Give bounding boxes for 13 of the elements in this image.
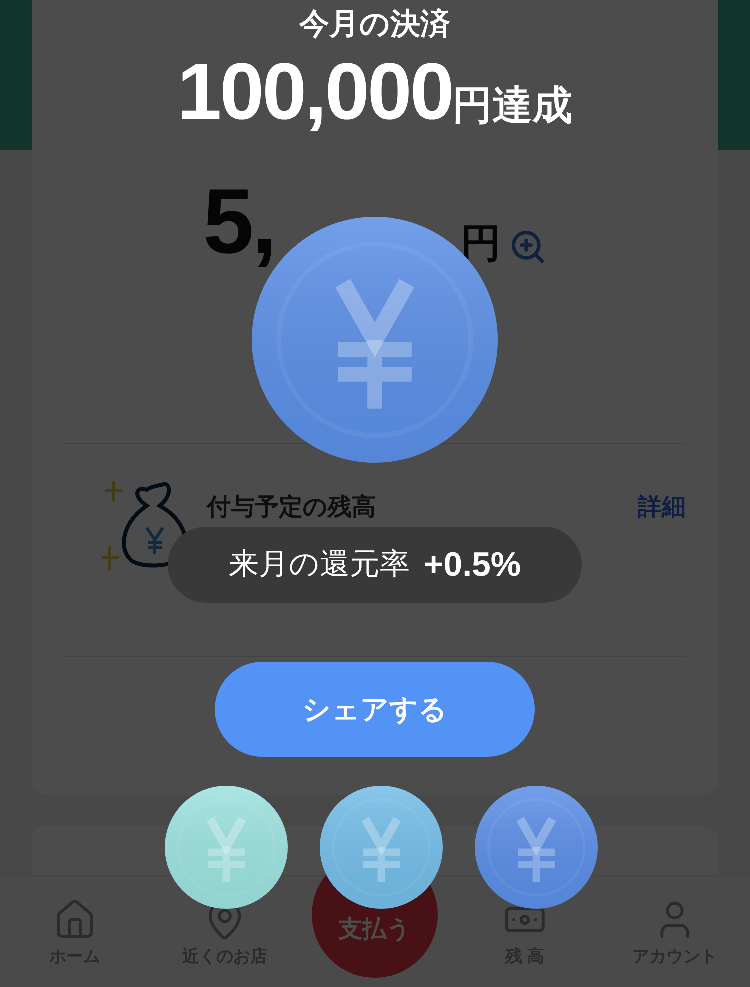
rate-label: 来月の還元率 [228,550,410,580]
coin-icon [165,786,288,909]
achieved-unit: 円達成 [452,86,573,126]
coin-icon [475,786,598,909]
overlay-title: 今月の決済 [300,10,450,40]
balance-amount: 5, [203,176,276,268]
points-title: 付与予定の残高 [207,496,376,520]
share-button[interactable]: シェアする [215,662,535,757]
achieved-amount: 100,000 [177,52,453,132]
balance-unit: 円 [461,224,501,264]
coin-icon [320,786,443,909]
rate-value: +0.5% [424,548,522,582]
details-link[interactable]: 詳細 [638,496,686,520]
